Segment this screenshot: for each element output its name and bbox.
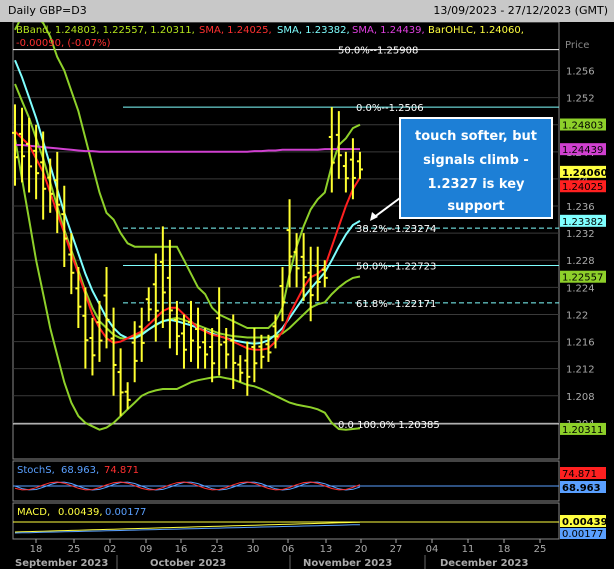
legend-sma-red: SMA, 1.24025, [199, 25, 272, 36]
day-label: 18 [498, 544, 511, 555]
tag-bb-lower: 1.20311 [562, 425, 603, 436]
stoch-value-1: 68.963, [61, 465, 99, 476]
fib-label: 0.0%--1.2506 [356, 103, 424, 114]
tag-bb-middle: 1.22557 [562, 273, 603, 284]
stoch-tag-2: 68.963 [562, 483, 601, 494]
day-label: 04 [426, 544, 439, 555]
fib-label: 50.0%--1.25908 [338, 46, 418, 57]
month-label: October 2023 [150, 558, 226, 569]
legend-ohlc-change: -0.00090, (-0.07%) [16, 38, 111, 49]
day-label: 23 [211, 544, 224, 555]
callout-line-2: signals climb - [423, 153, 529, 168]
fib-label: 50.0%--1.22723 [356, 261, 436, 272]
legend-sma-cyan: SMA, 1.23382, [277, 25, 350, 36]
day-label: 20 [355, 544, 368, 555]
price-tick-label: 1.232 [566, 229, 595, 240]
day-label: 06 [282, 544, 295, 555]
legend-bband: BBand, 1.24803, 1.22557, 1.20311, [16, 25, 195, 36]
price-tick-label: 1.212 [566, 365, 595, 376]
day-label: 02 [104, 544, 117, 555]
day-label: 16 [175, 544, 188, 555]
day-label: 25 [68, 544, 81, 555]
macd-tag-2: 0.00177 [562, 529, 603, 540]
day-label: 09 [140, 544, 153, 555]
day-label: 27 [390, 544, 403, 555]
price-tick-label: 1.252 [566, 94, 595, 105]
macd-value-1: 0.00439, [58, 507, 103, 518]
price-chart[interactable]: 50.0%--1.25908 0.0%--1.2506 38.2%--1.23274… [0, 0, 614, 569]
month-label: November 2023 [303, 558, 392, 569]
legend-sma-magenta: SMA, 1.24439, [352, 25, 425, 36]
symbol-title: Daily GBP=D3 [8, 4, 87, 17]
macd-tag-1: 0.00439 [562, 517, 608, 528]
day-label: 13 [320, 544, 333, 555]
price-axis-title: Price [565, 40, 589, 51]
price-tick-label: 1.228 [566, 256, 595, 267]
chart-header: Daily GBP=D3 13/09/2023 - 27/12/2023 (GM… [0, 0, 614, 22]
day-label: 30 [247, 544, 260, 555]
day-label: 11 [462, 544, 475, 555]
tag-sma-magenta: 1.24439 [562, 145, 603, 156]
tag-last-price: 1.24060 [562, 168, 608, 179]
fib-label: 38.2%--1.23274 [356, 224, 436, 235]
tag-sma-red: 1.24025 [562, 182, 603, 193]
callout-line-3: 1.2327 is key [428, 177, 526, 192]
price-tick-label: 1.22 [566, 310, 588, 321]
date-range: 13/09/2023 - 27/12/2023 (GMT) [433, 4, 608, 17]
tag-sma-cyan: 1.23382 [562, 217, 603, 228]
callout-line-1: touch softer, but [415, 129, 537, 144]
price-tick-label: 1.236 [566, 202, 595, 213]
stoch-label: StochS, [17, 465, 55, 476]
month-label: December 2023 [440, 558, 528, 569]
price-tick-label: 1.208 [566, 392, 595, 403]
stoch-value-2: 74.871 [104, 465, 139, 476]
price-tick-label: 1.216 [566, 338, 595, 349]
price-tick-label: 1.224 [566, 283, 595, 294]
legend-ohlc: BarOHLC, 1.24060, [428, 25, 524, 36]
tag-bb-upper: 1.24803 [562, 121, 603, 132]
month-label: September 2023 [15, 558, 108, 569]
macd-value-2: 0.00177 [105, 507, 146, 518]
day-label: 18 [30, 544, 43, 555]
callout-line-4: support [447, 199, 504, 214]
price-tick-label: 1.256 [566, 66, 595, 77]
fib-label: 61.8%--1.22171 [356, 299, 436, 310]
stoch-tag-1: 74.871 [562, 469, 597, 480]
day-label: 25 [534, 544, 547, 555]
macd-label: MACD, [17, 507, 50, 518]
